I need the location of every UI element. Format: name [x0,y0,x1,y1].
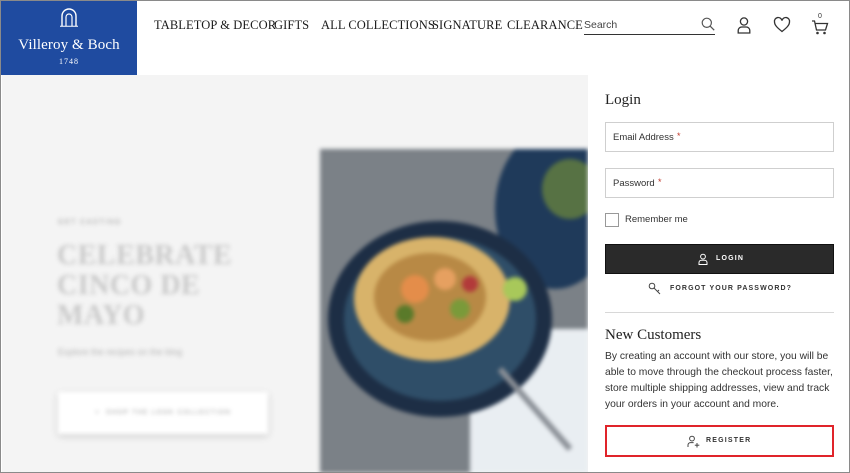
forgot-password-label: FORGOT YOUR PASSWORD? [670,285,793,292]
login-title: Login [605,92,641,108]
email-required-mark: * [677,131,681,141]
divider [605,312,834,313]
nav-gifts[interactable]: GIFTS [274,18,309,34]
cart-icon [812,20,829,35]
logo-year: 1748 [59,57,79,66]
add-user-icon [687,435,700,448]
nav-clearance[interactable]: CLEARANCE [507,18,583,34]
plus-icon: + [94,409,106,416]
login-button[interactable]: LOGIN [605,244,834,274]
wishlist-heart-icon[interactable] [773,16,791,34]
key-icon [648,282,661,295]
hero-headline: CELEBRATE CINCO DE MAYO [57,240,233,331]
login-button-label: LOGIN [716,255,745,262]
remember-me-checkbox[interactable] [605,213,619,227]
hero-kicker: GET CASTING [58,219,122,226]
forgot-password-link[interactable]: FORGOT YOUR PASSWORD? [605,282,834,296]
login-panel: Login * * Remember me LOGIN [588,75,849,472]
cart[interactable]: 0 [811,13,831,35]
shop-collection-button[interactable]: + SHOP THE LOOK COLLECTION [58,392,268,434]
hero-content: GET CASTING CELEBRATE CINCO DE MAYO Expl… [2,75,588,472]
account-icon[interactable] [735,16,753,34]
email-field[interactable] [606,123,833,151]
nav-all-collections[interactable]: ALL COLLECTIONS [321,18,435,34]
hero-subtext: Explore the recipes on the blog [58,347,183,357]
password-field-wrapper: * [605,168,834,198]
brand-logo[interactable]: Villeroy & Boch 1748 [1,1,137,75]
hero-banner: GET CASTING CELEBRATE CINCO DE MAYO Expl… [2,75,588,472]
password-required-mark: * [658,177,662,187]
password-field[interactable] [606,169,833,197]
search-input[interactable] [584,15,694,34]
email-field-wrapper: * [605,122,834,152]
nav-tabletop-decor[interactable]: TABLETOP & DECOR [154,18,276,34]
new-customers-description: By creating an account with our store, y… [605,351,833,410]
logo-arch-icon [60,8,78,27]
logo-brand-text: Villeroy & Boch [18,37,120,53]
register-button[interactable]: REGISTER [605,425,834,457]
page-frame: Villeroy & Boch 1748 TABLETOP & DECOR GI… [0,0,850,473]
register-button-label: REGISTER [706,437,752,444]
nav-signature[interactable]: SIGNATURE [432,18,502,34]
user-icon [698,253,708,265]
shop-collection-label: SHOP THE LOOK COLLECTION [106,409,232,416]
hero-food-photo [320,149,588,472]
new-customers-title: New Customers [605,327,702,343]
remember-me-label: Remember me [625,214,688,225]
search-box [584,15,715,35]
search-icon[interactable] [701,17,715,31]
